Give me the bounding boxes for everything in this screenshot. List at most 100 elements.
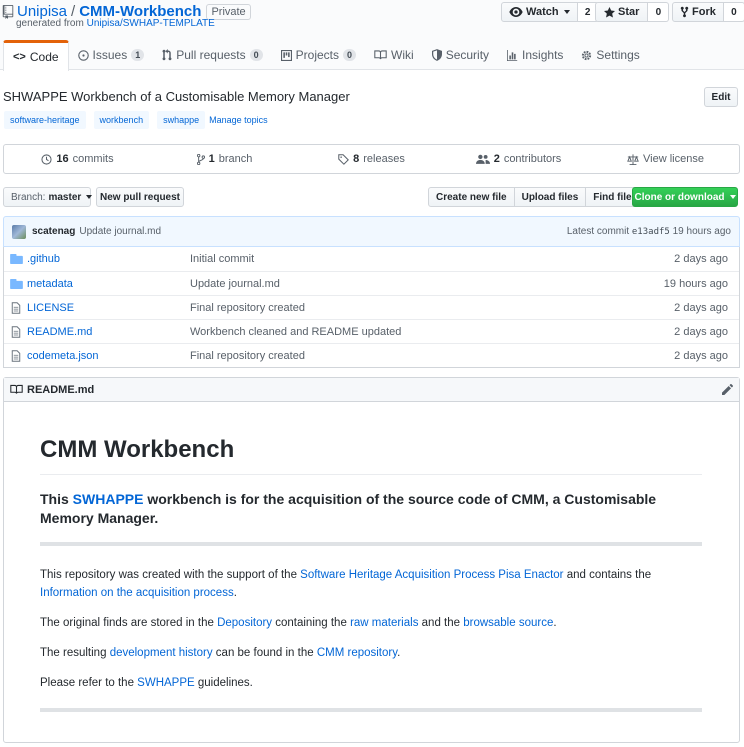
new-pull-request-button[interactable]: New pull request	[96, 187, 184, 207]
browsable-source-link[interactable]: browsable source	[463, 617, 553, 629]
acquisition-process-link[interactable]: Software Heritage Acquisition Process Pi…	[300, 569, 563, 581]
tab-pull-requests[interactable]: Pull requests 0	[153, 40, 271, 70]
file-commit-message[interactable]: Final repository created	[190, 350, 630, 362]
watch-label: Watch	[526, 6, 559, 18]
file-name-link[interactable]: metadata	[27, 278, 190, 290]
table-row: README.md Workbench cleaned and README u…	[4, 319, 739, 343]
readme-text: Please refer to the	[40, 677, 138, 689]
file-age: 2 days ago	[674, 301, 728, 314]
chevron-down-icon	[86, 195, 93, 199]
file-icon	[5, 325, 27, 338]
releases-count: 8	[353, 153, 360, 165]
tab-insights-label: Insights	[522, 48, 564, 62]
pull-requests-counter: 0	[249, 49, 263, 61]
code-icon: <>	[13, 51, 26, 63]
star-count[interactable]: 0	[648, 2, 670, 22]
branch-select-button[interactable]: Branch: master	[3, 187, 93, 207]
star-label: Star	[618, 6, 640, 18]
readme-box: README.md CMM Workbench This SWHAPPE wor…	[3, 377, 740, 743]
releases-link[interactable]: 8 releases	[298, 145, 445, 173]
topic-tag[interactable]: workbench	[93, 111, 150, 129]
repo-numbers-summary: 16 commits 1 branch 8 releases 2 contrib…	[3, 144, 740, 174]
commit-message[interactable]: Update journal.md	[79, 226, 161, 237]
tab-projects[interactable]: Projects 0	[272, 40, 365, 70]
pull-request-icon	[162, 49, 172, 61]
tab-settings[interactable]: Settings	[572, 40, 648, 70]
tab-wiki[interactable]: Wiki	[365, 40, 423, 70]
issues-counter: 1	[131, 49, 145, 61]
table-row: LICENSE Final repository created 2 days …	[4, 295, 739, 319]
file-actions-group: Create new file Upload files Find file	[428, 187, 640, 207]
development-history-link[interactable]: development history	[110, 647, 213, 659]
gear-icon	[581, 50, 592, 61]
create-new-file-button[interactable]: Create new file	[428, 187, 515, 207]
readme-title: CMM Workbench	[40, 436, 702, 475]
fork-button[interactable]: Fork	[672, 2, 724, 22]
readme-paragraph: The resulting development history can be…	[40, 644, 702, 662]
readme-text: can be found in the	[212, 647, 317, 659]
readme-filename: README.md	[27, 383, 95, 396]
readme-text: containing the	[272, 617, 351, 629]
file-age: 19 hours ago	[663, 277, 728, 290]
tab-issues[interactable]: Issues 1	[69, 40, 154, 70]
fork-icon	[680, 6, 689, 18]
chevron-down-icon	[563, 10, 570, 14]
upload-files-button[interactable]: Upload files	[513, 187, 587, 207]
topics-list: software-heritage workbench swhappe Mana…	[4, 111, 268, 129]
avatar[interactable]	[12, 224, 26, 239]
edit-description-button[interactable]: Edit	[704, 87, 738, 107]
topic-tag[interactable]: swhappe	[157, 111, 206, 129]
clone-label: Clone or download	[634, 191, 725, 203]
commit-sha[interactable]: e13adf5	[632, 227, 670, 237]
commit-author[interactable]: scatenag	[32, 226, 75, 237]
raw-materials-link[interactable]: raw materials	[350, 617, 418, 629]
law-icon	[627, 153, 639, 165]
project-icon	[280, 49, 292, 61]
file-name-link[interactable]: .github	[27, 253, 190, 265]
file-name-link[interactable]: LICENSE	[27, 302, 190, 314]
repo-nav-tabs: <> Code Issues 1 Pull requests 0 Project…	[3, 40, 649, 71]
swhappe-link[interactable]: SWHAPPE	[73, 491, 144, 507]
file-name-link[interactable]: codemeta.json	[27, 350, 190, 362]
branches-link[interactable]: 1 branch	[151, 145, 298, 173]
clone-or-download-button[interactable]: Clone or download	[632, 187, 738, 207]
file-commit-message[interactable]: Initial commit	[190, 253, 630, 265]
tab-code[interactable]: <> Code	[3, 40, 69, 71]
readme-text: .	[397, 647, 401, 659]
shield-icon	[431, 49, 442, 61]
fork-count[interactable]: 0	[723, 2, 744, 22]
contributors-label: contributors	[503, 153, 562, 165]
issue-icon	[77, 49, 89, 61]
template-repo-link[interactable]: Unipisa/SWHAP-TEMPLATE	[87, 18, 215, 29]
file-commit-message[interactable]: Final repository created	[190, 302, 630, 314]
contributors-link[interactable]: 2 contributors	[445, 145, 592, 173]
star-button[interactable]: Star	[595, 2, 649, 22]
tab-insights[interactable]: Insights	[498, 40, 572, 70]
table-row: codemeta.json Final repository created 2…	[4, 343, 739, 367]
generated-from: generated from Unipisa/SWHAP-TEMPLATE	[16, 18, 215, 29]
license-link[interactable]: View license	[592, 145, 739, 173]
acquisition-info-link[interactable]: Information on the acquisition process	[40, 587, 234, 599]
file-icon	[5, 301, 27, 314]
commits-link[interactable]: 16 commits	[4, 145, 151, 173]
file-commit-message[interactable]: Workbench cleaned and README updated	[190, 326, 630, 338]
tab-security[interactable]: Security	[423, 40, 498, 70]
readme-header: README.md	[4, 378, 739, 402]
branch-label: branch	[218, 153, 253, 165]
watch-button[interactable]: Watch	[501, 2, 578, 22]
cmm-repository-link[interactable]: CMM repository	[317, 647, 397, 659]
readme-text: and contains the	[563, 569, 652, 581]
pencil-icon[interactable]	[722, 384, 733, 395]
file-name-link[interactable]: README.md	[27, 326, 190, 338]
repo-header: Unipisa / CMM-Workbench Private generate…	[0, 0, 744, 71]
topic-tag[interactable]: software-heritage	[4, 111, 86, 129]
manage-topics-link[interactable]: Manage topics	[209, 115, 268, 125]
commits-count: 16	[56, 153, 69, 165]
branch-name: master	[48, 191, 82, 203]
history-icon	[41, 153, 52, 165]
file-commit-message[interactable]: Update journal.md	[190, 278, 630, 290]
swhappe-guidelines-link[interactable]: SWHAPPE	[137, 677, 195, 689]
branch-prefix: Branch:	[11, 191, 46, 203]
depository-link[interactable]: Depository	[217, 617, 272, 629]
tab-settings-label: Settings	[596, 48, 640, 62]
